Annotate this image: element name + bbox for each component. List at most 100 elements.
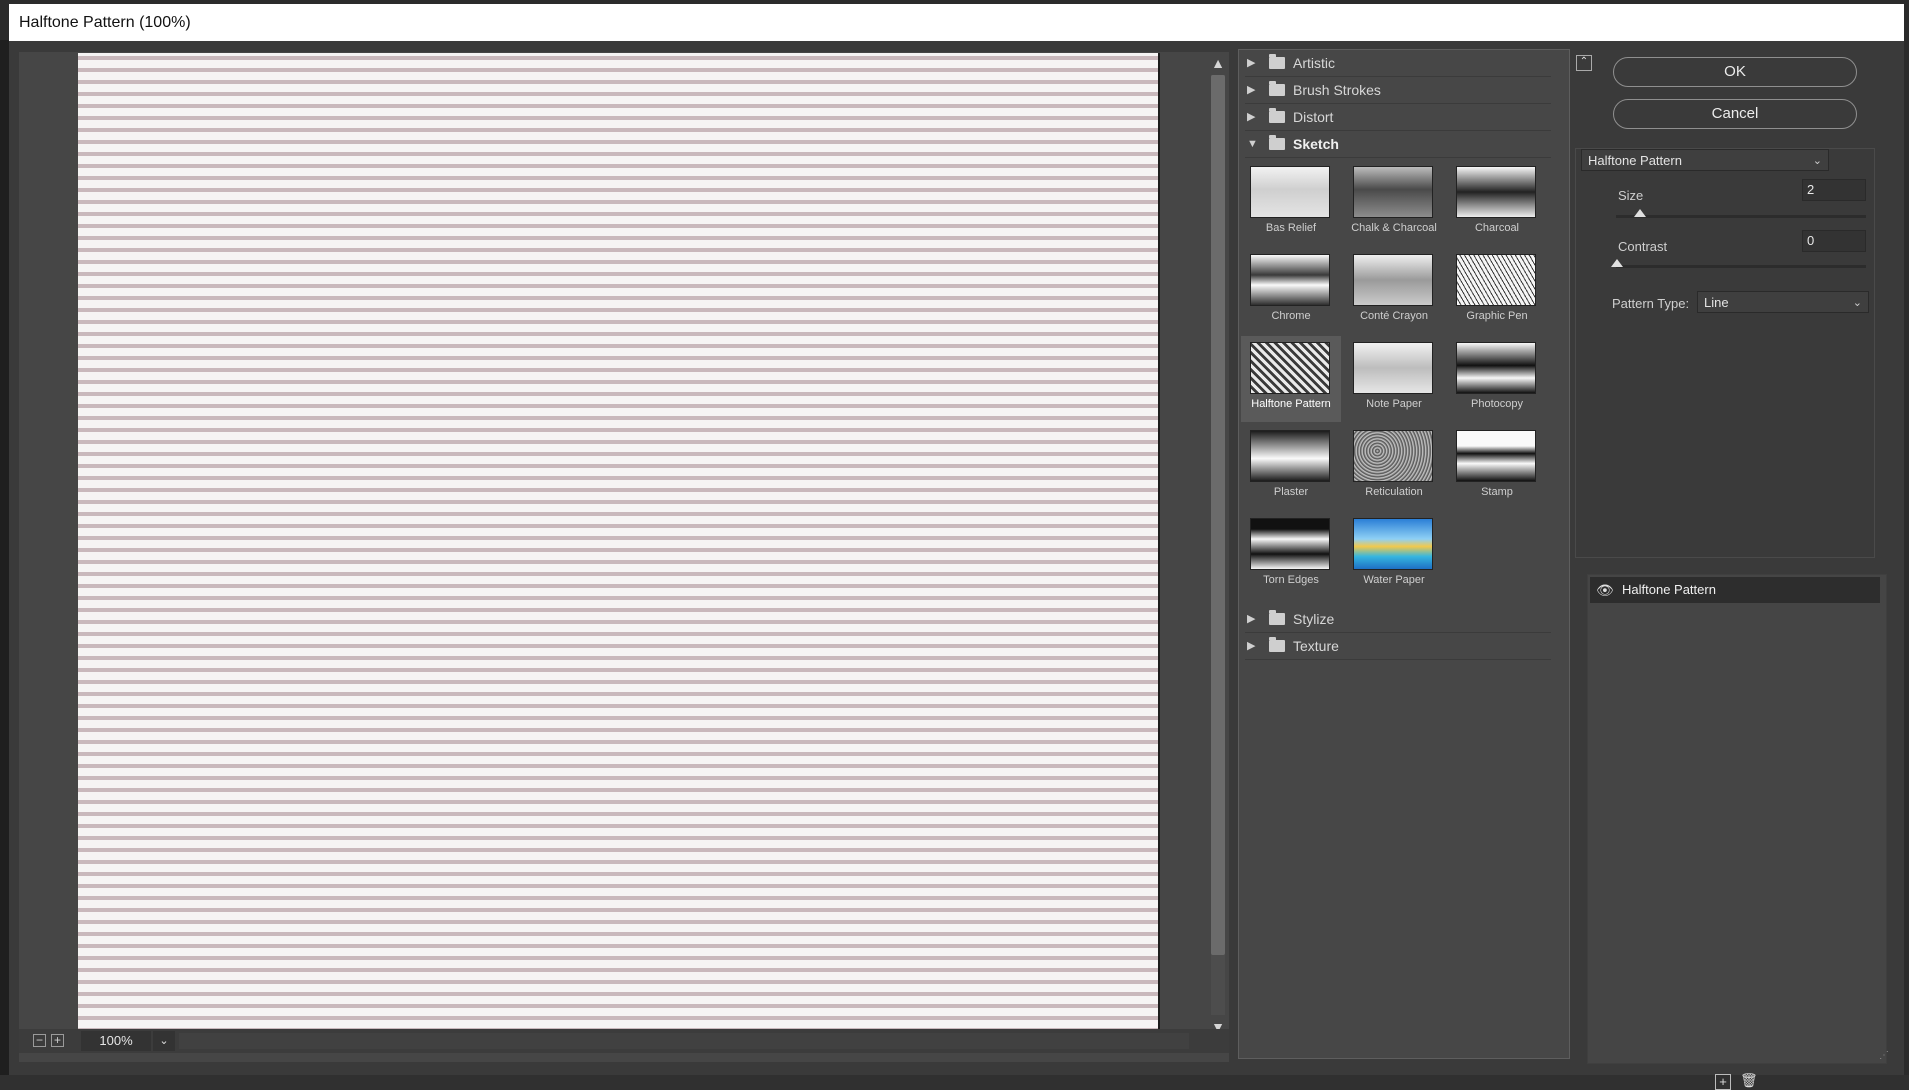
- collapsed-triangle-icon: ▶: [1247, 111, 1256, 123]
- category-label: Artistic: [1293, 55, 1335, 71]
- expanded-triangle-icon: ▼: [1247, 138, 1258, 150]
- filter-select[interactable]: Halftone Pattern ⌄: [1581, 149, 1829, 171]
- pattern-type-label: Pattern Type:: [1612, 296, 1690, 311]
- category-label: Brush Strokes: [1293, 82, 1381, 98]
- filter-label: Charcoal: [1474, 222, 1520, 234]
- category-distort[interactable]: ▶ Distort: [1245, 104, 1551, 131]
- contrast-slider-handle[interactable]: [1611, 259, 1623, 267]
- size-slider-handle[interactable]: [1634, 209, 1646, 217]
- scroll-thumb[interactable]: [1211, 75, 1225, 955]
- collapsed-triangle-icon: ▶: [1247, 84, 1256, 96]
- graphic-pen-thumbnail: [1456, 254, 1536, 306]
- category-texture[interactable]: ▶ Texture: [1245, 633, 1551, 660]
- collapsed-triangle-icon: ▶: [1247, 640, 1256, 652]
- category-label: Texture: [1293, 638, 1339, 654]
- filter-thumb-photocopy[interactable]: Photocopy: [1447, 336, 1547, 422]
- reticulation-thumbnail: [1353, 430, 1433, 482]
- pattern-type-value: Line: [1704, 295, 1729, 310]
- photocopy-thumbnail: [1456, 342, 1536, 394]
- category-label: Distort: [1293, 109, 1334, 125]
- filter-label: Conté Crayon: [1360, 310, 1428, 322]
- size-slider-track[interactable]: [1616, 215, 1866, 218]
- bas-relief-thumbnail: [1250, 166, 1330, 218]
- filter-thumb-chrome[interactable]: Chrome: [1241, 248, 1341, 334]
- filter-thumb-torn-edges[interactable]: Torn Edges: [1241, 512, 1341, 598]
- delete-effect-layer-button[interactable]: 🗑: [1740, 1073, 1758, 1090]
- filter-label: Graphic Pen: [1466, 310, 1528, 322]
- filter-label: Water Paper: [1363, 574, 1425, 586]
- torn-edges-thumbnail: [1250, 518, 1330, 570]
- effect-layer-row[interactable]: 👁 Halftone Pattern: [1590, 577, 1880, 603]
- category-label: Stylize: [1293, 611, 1335, 627]
- filter-select-value: Halftone Pattern: [1588, 153, 1682, 168]
- note-paper-thumbnail: [1353, 342, 1433, 394]
- filter-thumb-bas-relief[interactable]: Bas Relief: [1241, 160, 1341, 246]
- category-stylize[interactable]: ▶ Stylize: [1245, 606, 1551, 633]
- stamp-thumbnail: [1456, 430, 1536, 482]
- cancel-button[interactable]: Cancel: [1613, 99, 1857, 129]
- filter-label: Reticulation: [1365, 486, 1423, 498]
- collapsed-triangle-icon: ▶: [1247, 57, 1256, 69]
- filter-thumb-plaster[interactable]: Plaster: [1241, 424, 1341, 510]
- resize-grip-icon[interactable]: ⋰: [1879, 1050, 1889, 1061]
- dialog-titlebar: Halftone Pattern (100%): [9, 4, 1904, 41]
- folder-icon: [1269, 637, 1285, 652]
- category-sketch[interactable]: ▼ Sketch: [1245, 131, 1551, 158]
- size-input[interactable]: 2: [1802, 179, 1866, 201]
- collapse-gallery-icon[interactable]: ⌃: [1576, 55, 1592, 71]
- filter-thumb-halftone-pattern[interactable]: Halftone Pattern: [1241, 336, 1341, 422]
- filter-thumb-water-paper[interactable]: Water Paper: [1344, 512, 1444, 598]
- preview-area: ▲ ▼: [19, 52, 1229, 1062]
- zoom-dropdown-icon[interactable]: ⌄: [153, 1031, 175, 1051]
- open-folder-icon: [1269, 135, 1285, 150]
- zoom-out-button[interactable]: −: [33, 1034, 46, 1047]
- filter-label: Stamp: [1481, 486, 1513, 498]
- zoom-in-button[interactable]: +: [51, 1034, 64, 1047]
- conte-crayon-thumbnail: [1353, 254, 1433, 306]
- filter-thumb-graphic-pen[interactable]: Graphic Pen: [1447, 248, 1547, 334]
- contrast-input[interactable]: 0: [1802, 230, 1866, 252]
- filter-gallery-panel: ▶ Artistic ▶ Brush Strokes ▶ Distort ▼ S…: [1238, 49, 1570, 1059]
- filter-label: Chrome: [1271, 310, 1311, 322]
- contrast-slider-track[interactable]: [1616, 265, 1866, 268]
- preview-canvas[interactable]: [78, 53, 1160, 1037]
- new-effect-layer-button[interactable]: +: [1715, 1074, 1731, 1090]
- zoom-level[interactable]: 100%: [81, 1031, 151, 1051]
- halftone-pattern-thumbnail: [1250, 342, 1330, 394]
- preview-vertical-scrollbar[interactable]: ▲ ▼: [1208, 53, 1228, 1038]
- charcoal-thumbnail: [1456, 166, 1536, 218]
- filter-thumb-conte-crayon[interactable]: Conté Crayon: [1344, 248, 1444, 334]
- effect-layers-list: 👁 Halftone Pattern: [1587, 574, 1887, 1064]
- pattern-type-select[interactable]: Line ⌄: [1697, 291, 1869, 313]
- filter-gallery-dialog: ▲ ▼ − + 100% ⌄ ▶ Artistic ▶ Brush Stroke…: [9, 41, 1904, 1090]
- filter-label: Plaster: [1273, 486, 1309, 498]
- water-paper-thumbnail: [1353, 518, 1433, 570]
- preview-horizontal-scrollbar[interactable]: [179, 1033, 1189, 1049]
- folder-icon: [1269, 610, 1285, 625]
- size-label: Size: [1618, 188, 1644, 203]
- filter-thumb-charcoal[interactable]: Charcoal: [1447, 160, 1547, 246]
- app-frame: Halftone Pattern (100%) ▲ ▼ − + 100% ⌄ ▶: [0, 0, 1909, 1090]
- filter-label: Halftone Pattern: [1251, 398, 1331, 410]
- eye-visibility-icon[interactable]: 👁: [1596, 577, 1614, 603]
- filter-label: Note Paper: [1366, 398, 1422, 410]
- left-edge-strip: [0, 40, 9, 1075]
- filter-thumb-note-paper[interactable]: Note Paper: [1344, 336, 1444, 422]
- filter-thumb-reticulation[interactable]: Reticulation: [1344, 424, 1444, 510]
- dialog-title: Halftone Pattern (100%): [19, 14, 191, 31]
- folder-icon: [1269, 54, 1285, 69]
- filter-label: Chalk & Charcoal: [1351, 222, 1437, 234]
- chrome-thumbnail: [1250, 254, 1330, 306]
- filter-settings-panel: Halftone Pattern ⌄ Size 2 Contrast 0 Pat…: [1575, 148, 1875, 558]
- filter-thumb-stamp[interactable]: Stamp: [1447, 424, 1547, 510]
- category-brush-strokes[interactable]: ▶ Brush Strokes: [1245, 77, 1551, 104]
- category-artistic[interactable]: ▶ Artistic: [1245, 50, 1551, 77]
- preview-statusbar: − + 100% ⌄: [19, 1029, 1229, 1053]
- contrast-label: Contrast: [1618, 239, 1668, 254]
- ok-button[interactable]: OK: [1613, 57, 1857, 87]
- folder-icon: [1269, 81, 1285, 96]
- chevron-down-icon: ⌄: [1812, 155, 1822, 167]
- scroll-up-arrow-icon[interactable]: ▲: [1210, 55, 1226, 71]
- filter-thumb-chalk-charcoal[interactable]: Chalk & Charcoal: [1344, 160, 1444, 246]
- chalk-charcoal-thumbnail: [1353, 166, 1433, 218]
